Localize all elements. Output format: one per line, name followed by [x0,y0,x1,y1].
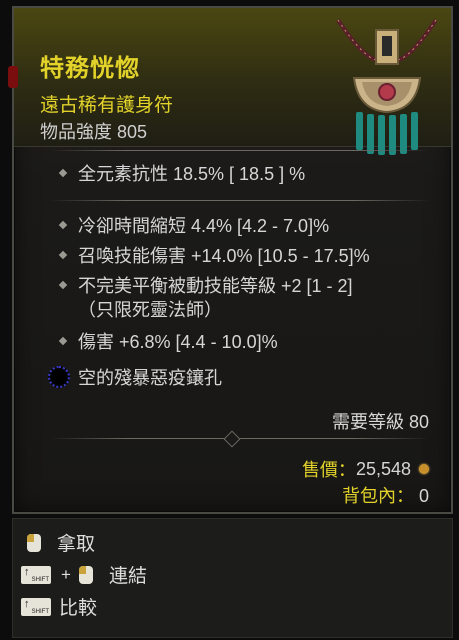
action-footer: 拿取 SHIFT + 連結 SHIFT 比較 [12,518,453,638]
socket-text: 空的殘暴惡疫鑲孔 [78,368,222,388]
price-label: 售價： [301,460,356,480]
stash-label: 背包內： [341,486,414,506]
separator [50,200,430,201]
left-mouse-icon [27,533,41,552]
affix-cooldown: 冷卻時間縮短 4.4% [4.2 - 7.0]% [58,214,330,238]
stash-count: 背包內： 0 [342,482,429,508]
edge-marker [8,66,18,88]
amulet-icon [336,18,438,155]
action-label: 拿取 [57,534,96,555]
item-tooltip: 特務恍惚 遠古稀有護身符 物品強度 805 全元素抗性 18.5% [ 18.5… [8,6,453,514]
separator [50,150,430,151]
stash-value: 0 [418,486,429,506]
affix-text: 不完美平衡被動技能等級 +2 [1 - 2] [78,276,353,296]
diamond-bullet-icon [58,220,68,230]
sell-price: 售價： 25,548 [302,456,429,482]
affix-summon-damage: 召喚技能傷害 +14.0% [10.5 - 17.5]% [58,244,370,268]
affix-restriction: （只限死靈法師） [78,300,222,320]
action-pickup[interactable]: 拿取 [21,529,95,556]
price-value: 25,548 [355,458,411,479]
action-compare[interactable]: SHIFT 比較 [21,593,97,620]
action-label: 連結 [108,566,147,587]
shift-key-icon: SHIFT [21,565,51,584]
affix-text: 冷卻時間縮短 4.4% [4.2 - 7.0]% [78,216,330,236]
left-mouse-icon [78,565,93,584]
action-link[interactable]: SHIFT + 連結 [21,561,147,588]
item-type: 遠古稀有護身符 [40,95,174,116]
affix-passive-rank: 不完美平衡被動技能等級 +2 [1 - 2] （只限死靈法師） [58,274,353,322]
diamond-bullet-icon [58,168,68,178]
empty-socket-icon [48,366,70,388]
action-label: 比較 [59,598,98,619]
item-name: 特務恍惚 [40,55,140,82]
diamond-bullet-icon [58,280,68,290]
gold-coin-icon [419,464,429,474]
affix-damage: 傷害 +6.8% [4.4 - 10.0]% [58,330,278,354]
affix-text: 全元素抗性 18.5% [ 18.5 ] % [78,164,306,184]
shift-key-icon: SHIFT [21,597,51,616]
diamond-bullet-icon [58,336,68,346]
plus-sign: + [61,564,71,584]
item-power: 物品強度 805 [40,122,148,142]
socket-row: 空的殘暴惡疫鑲孔 [48,364,222,390]
separator-ornament [223,430,241,448]
affix-text: 召喚技能傷害 +14.0% [10.5 - 17.5]% [78,246,370,266]
affix-text: 傷害 +6.8% [4.4 - 10.0]% [78,332,278,352]
required-level: 需要等級 80 [331,412,429,432]
implicit-affix: 全元素抗性 18.5% [ 18.5 ] % [58,162,306,186]
diamond-bullet-icon [58,250,68,260]
